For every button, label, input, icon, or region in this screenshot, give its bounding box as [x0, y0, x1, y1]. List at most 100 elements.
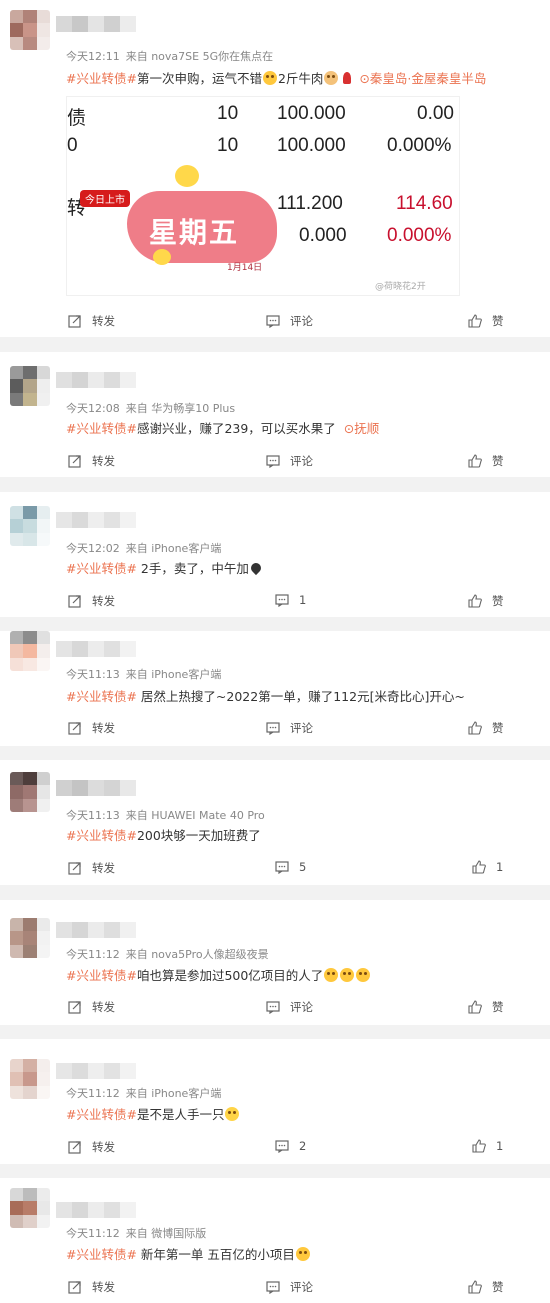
- username-blurred[interactable]: [56, 16, 136, 32]
- repost-button[interactable]: 转发: [68, 1139, 115, 1155]
- thumbs-up-icon: [468, 1000, 482, 1014]
- repost-button[interactable]: 转发: [68, 999, 115, 1015]
- comment-button[interactable]: 评论: [266, 1279, 313, 1295]
- comment-button[interactable]: 5: [275, 860, 306, 874]
- like-button[interactable]: 赞: [468, 720, 504, 736]
- crying-emoji-icon: [356, 968, 371, 982]
- action-bar: 转发 2 1: [0, 1139, 550, 1161]
- hashtag-link[interactable]: #兴业转债#: [66, 71, 137, 86]
- post-time[interactable]: 今天12:08: [66, 402, 120, 415]
- post-image[interactable]: 债 10 100.000 0.00 0 10 100.000 0.000% 转 …: [66, 96, 460, 296]
- post-text: #兴业转债#200块够一天加班费了: [66, 825, 261, 844]
- username-blurred[interactable]: [56, 1202, 136, 1218]
- username-blurred[interactable]: [56, 372, 136, 388]
- like-button[interactable]: 赞: [468, 453, 504, 469]
- post-time[interactable]: 今天11:13: [66, 668, 120, 681]
- avatar[interactable]: [10, 10, 50, 50]
- avatar[interactable]: [10, 1059, 50, 1099]
- repost-button[interactable]: 转发: [68, 453, 115, 469]
- like-count: 1: [496, 860, 504, 874]
- table-cell: 111.200: [277, 193, 343, 214]
- repost-label: 转发: [92, 454, 115, 468]
- action-bar: 转发 评论 赞: [0, 1279, 550, 1301]
- like-button[interactable]: 1: [472, 1139, 503, 1153]
- post-text: #兴业转债# 2手，卖了，中午加: [66, 558, 263, 577]
- repost-button[interactable]: 转发: [68, 313, 115, 329]
- action-bar: 转发 5 1: [0, 860, 550, 882]
- repost-icon: [68, 1000, 82, 1014]
- username-blurred[interactable]: [56, 512, 136, 528]
- comment-button[interactable]: 2: [275, 1139, 306, 1153]
- post-time[interactable]: 今天12:02: [66, 542, 120, 555]
- avatar[interactable]: [10, 506, 50, 546]
- post-meta: 今天12:02 来自 iPhone客户端: [66, 540, 221, 556]
- comment-button[interactable]: 评论: [266, 453, 313, 469]
- comment-label: 评论: [290, 454, 313, 468]
- thinking-emoji-icon: [225, 1107, 240, 1121]
- post-source: 来自 nova5Pro人像超级夜景: [125, 948, 269, 961]
- comment-button[interactable]: 1: [275, 593, 306, 607]
- post-time[interactable]: 今天11:12: [66, 1087, 120, 1100]
- avatar[interactable]: [10, 631, 50, 671]
- post-meta: 今天11:12 来自 微博国际版: [66, 1225, 206, 1241]
- comment-label: 评论: [290, 1000, 313, 1014]
- thumbs-up-icon: [472, 860, 486, 874]
- avatar[interactable]: [10, 918, 50, 958]
- like-button[interactable]: 赞: [468, 313, 504, 329]
- chick-icon: [175, 165, 199, 187]
- avatar[interactable]: [10, 1188, 50, 1228]
- action-bar: 转发 评论 赞: [0, 999, 550, 1021]
- repost-label: 转发: [92, 594, 115, 608]
- comment-button[interactable]: 评论: [266, 313, 313, 329]
- crying-emoji-icon: [295, 1247, 310, 1261]
- username-blurred[interactable]: [56, 641, 136, 657]
- hashtag-link[interactable]: #兴业转债#: [66, 1107, 137, 1122]
- hashtag-link[interactable]: #兴业转债#: [66, 968, 137, 983]
- post-time[interactable]: 今天11:12: [66, 948, 120, 961]
- like-label: 赞: [492, 1280, 504, 1294]
- location-pin-icon: ⊙: [359, 71, 370, 86]
- repost-icon: [68, 721, 82, 735]
- comment-count: 2: [299, 1139, 307, 1153]
- post-body: 新年第一单 五百亿的小项目: [136, 1247, 295, 1262]
- post-time[interactable]: 今天11:12: [66, 1227, 120, 1240]
- hashtag-link[interactable]: #兴业转债#: [66, 689, 137, 704]
- table-cell: 114.60: [396, 193, 453, 214]
- post-text: #兴业转债#咱也算是参加过500亿项目的人了: [66, 965, 371, 984]
- post-text: #兴业转债#第一次申购，运气不错 2斤牛肉 ⊙秦皇岛·金屋秦皇半岛: [66, 68, 486, 87]
- post-card: 今天12:02 来自 iPhone客户端 #兴业转债# 2手，卖了，中午加 转发 …: [0, 492, 550, 617]
- avatar[interactable]: [10, 366, 50, 406]
- like-button[interactable]: 赞: [468, 593, 504, 609]
- crying-emoji-icon: [340, 968, 355, 982]
- comment-button[interactable]: 评论: [266, 720, 313, 736]
- like-button[interactable]: 1: [472, 860, 503, 874]
- post-text: #兴业转债#感谢兴业，赚了239，可以买水果了 ⊙抚顺: [66, 418, 379, 437]
- post-card: 今天11:12 来自 iPhone客户端 #兴业转债#是不是人手一只 转发 2 1: [0, 1039, 550, 1164]
- like-button[interactable]: 赞: [468, 999, 504, 1015]
- post-body: 咱也算是参加过500亿项目的人了: [136, 968, 324, 983]
- repost-button[interactable]: 转发: [68, 860, 115, 876]
- hashtag-link[interactable]: #兴业转债#: [66, 828, 137, 843]
- post-time[interactable]: 今天11:13: [66, 809, 120, 822]
- sticker-date: 1月14日: [227, 263, 263, 273]
- action-bar: 转发 评论 赞: [0, 453, 550, 475]
- hashtag-link[interactable]: #兴业转债#: [66, 421, 137, 436]
- like-button[interactable]: 赞: [468, 1279, 504, 1295]
- repost-button[interactable]: 转发: [68, 1279, 115, 1295]
- action-bar: 转发 1 赞: [0, 593, 550, 615]
- repost-icon: [68, 1140, 82, 1154]
- username-blurred[interactable]: [56, 1063, 136, 1079]
- location-link[interactable]: ⊙抚顺: [344, 421, 380, 436]
- username-blurred[interactable]: [56, 780, 136, 796]
- username-blurred[interactable]: [56, 922, 136, 938]
- location-label: 秦皇岛·金屋秦皇半岛: [369, 71, 487, 86]
- comment-button[interactable]: 评论: [266, 999, 313, 1015]
- repost-button[interactable]: 转发: [68, 593, 115, 609]
- repost-button[interactable]: 转发: [68, 720, 115, 736]
- hashtag-link[interactable]: #兴业转债#: [66, 1247, 137, 1262]
- location-link[interactable]: ⊙秦皇岛·金屋秦皇半岛: [359, 71, 486, 86]
- avatar[interactable]: [10, 772, 50, 812]
- listing-badge: 今日上市: [80, 190, 130, 207]
- post-time[interactable]: 今天12:11: [66, 50, 120, 63]
- hashtag-link[interactable]: #兴业转债#: [66, 561, 137, 576]
